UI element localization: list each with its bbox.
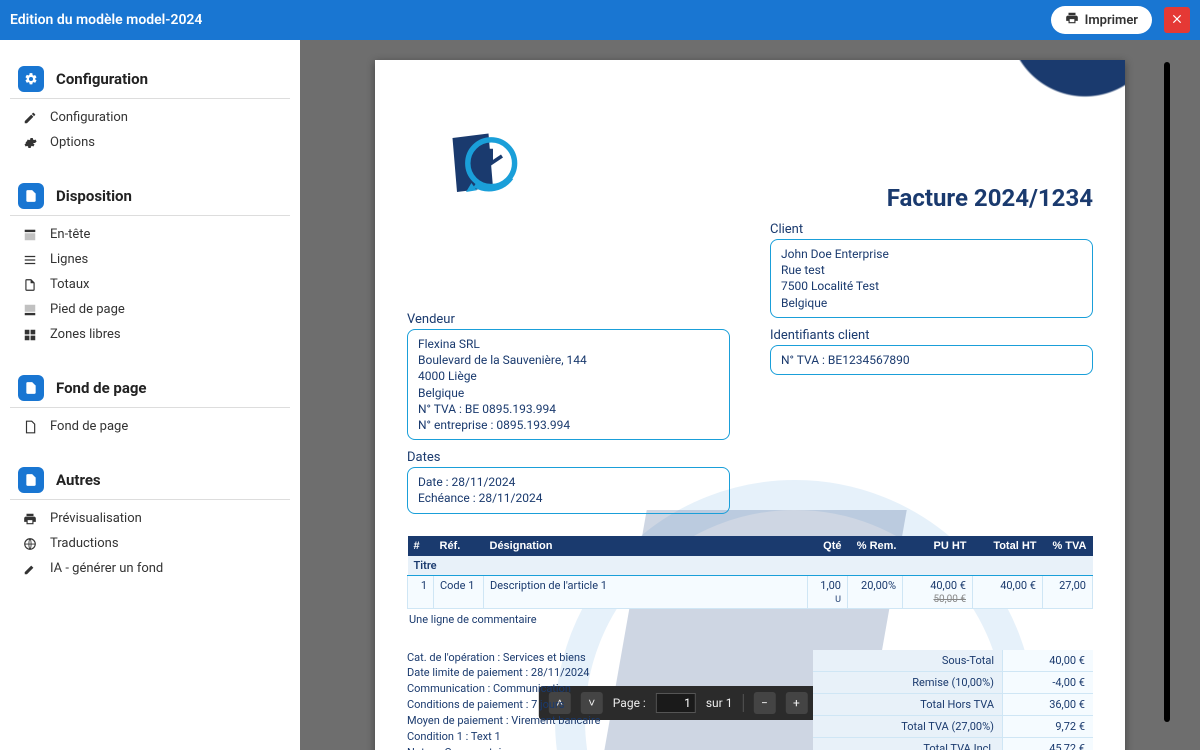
printer-icon — [1065, 11, 1079, 29]
section-label: Autres — [56, 471, 101, 489]
client-ids-label: Identifiants client — [770, 328, 1093, 343]
window-title: Edition du modèle model-2024 — [10, 12, 1051, 28]
vendor-block: Flexina SRL Boulevard de la Sauvenière, … — [407, 329, 730, 440]
wand-icon — [22, 562, 38, 576]
document-viewer[interactable]: Facture 2024/1234 Vendeur Flexina SRL Bo… — [300, 40, 1200, 750]
section-configuration: Configuration — [10, 60, 290, 99]
col-desig: Désignation — [484, 536, 808, 556]
close-button[interactable] — [1164, 7, 1190, 33]
sidebar-item-preview[interactable]: Prévisualisation — [10, 506, 290, 531]
globe-icon — [22, 537, 38, 551]
topbar: Edition du modèle model-2024 Imprimer — [0, 0, 1200, 40]
totals-icon — [22, 278, 38, 292]
section-autres: Autres — [10, 461, 290, 500]
col-num: # — [408, 536, 434, 556]
print-label: Imprimer — [1085, 13, 1138, 28]
header-icon — [22, 228, 38, 242]
col-tva: % TVA — [1043, 536, 1093, 556]
col-pu: PU HT — [903, 536, 973, 556]
sidebar-item-fond[interactable]: Fond de page — [10, 414, 290, 439]
totals-block: Sous-Total40,00 € Remise (10,00%)-4,00 €… — [813, 650, 1093, 750]
sidebar: Configuration Configuration Options Disp… — [0, 40, 300, 750]
client-label: Client — [770, 222, 1093, 237]
gear-small-icon — [22, 136, 38, 150]
sidebar-item-options[interactable]: Options — [10, 130, 290, 155]
gear-icon — [18, 66, 44, 92]
sidebar-item-configuration[interactable]: Configuration — [10, 105, 290, 130]
section-label: Disposition — [56, 187, 132, 205]
dates-label: Dates — [407, 450, 730, 465]
col-disc: % Rem. — [848, 536, 903, 556]
col-total: Total HT — [973, 536, 1043, 556]
client-block: John Doe Enterprise Rue test 7500 Locali… — [770, 239, 1093, 318]
sidebar-item-pied[interactable]: Pied de page — [10, 297, 290, 322]
comment-line: Une ligne de commentaire — [407, 609, 1093, 630]
vendor-label: Vendeur — [407, 312, 730, 327]
sidebar-item-traductions[interactable]: Traductions — [10, 531, 290, 556]
pencil-icon — [22, 111, 38, 125]
section-fond: Fond de page — [10, 369, 290, 408]
background-icon — [18, 375, 44, 401]
sidebar-item-ia[interactable]: IA - générer un fond — [10, 556, 290, 581]
invoice-title: Facture 2024/1234 — [407, 184, 1093, 212]
footer-icon — [22, 303, 38, 317]
list-icon — [22, 253, 38, 267]
items-table: # Réf. Désignation Qté % Rem. PU HT Tota… — [407, 536, 1093, 609]
sidebar-item-zones[interactable]: Zones libres — [10, 322, 290, 347]
invoice-page: Facture 2024/1234 Vendeur Flexina SRL Bo… — [375, 60, 1125, 750]
close-icon — [1170, 11, 1184, 30]
sidebar-item-totaux[interactable]: Totaux — [10, 272, 290, 297]
footer-info: Cat. de l'opération : Services et biens … — [407, 650, 793, 750]
table-row: 1 Code 1 Description de l'article 1 1,00… — [408, 575, 1093, 608]
section-label: Fond de page — [56, 379, 147, 397]
client-ids-block: N° TVA : BE1234567890 — [770, 345, 1093, 375]
sidebar-item-entete[interactable]: En-tête — [10, 222, 290, 247]
print-button[interactable]: Imprimer — [1051, 6, 1152, 34]
section-disposition: Disposition — [10, 177, 290, 216]
printer-small-icon — [22, 512, 38, 526]
dates-block: Date : 28/11/2024 Echéance : 28/11/2024 — [407, 467, 730, 513]
col-ref: Réf. — [434, 536, 484, 556]
zones-icon — [22, 328, 38, 342]
sidebar-item-lignes[interactable]: Lignes — [10, 247, 290, 272]
page-icon — [22, 420, 38, 434]
misc-icon — [18, 467, 44, 493]
group-title: Titre — [408, 556, 1093, 576]
col-qty: Qté — [808, 536, 848, 556]
scrollbar[interactable] — [1164, 62, 1170, 722]
section-label: Configuration — [56, 70, 148, 88]
document-icon — [18, 183, 44, 209]
